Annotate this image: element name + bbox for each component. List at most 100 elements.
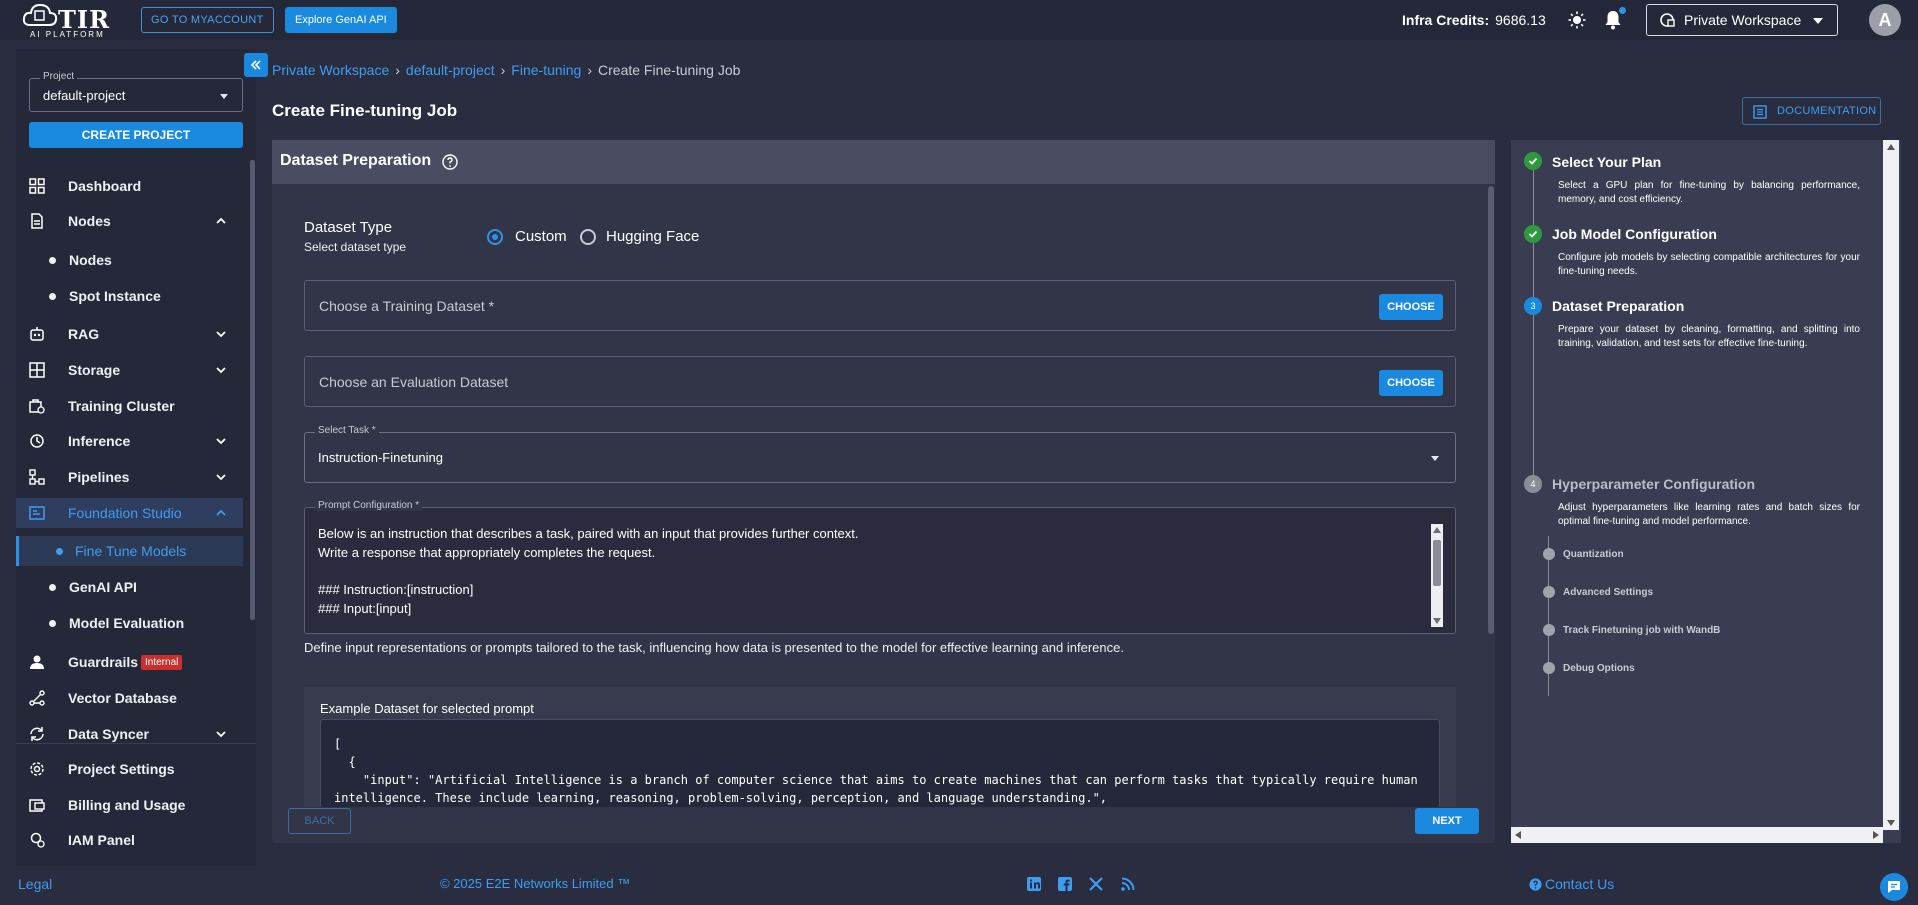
sidebar-item-label: Guardrails	[68, 654, 139, 670]
prompt-configuration-textarea[interactable]: Prompt Configuration * Below is an instr…	[304, 500, 1456, 634]
top-bar: TIR AI PLATFORM GO TO MYACCOUNT Explore …	[0, 0, 1918, 40]
scroll-left-arrow-icon[interactable]	[1515, 831, 1521, 839]
breadcrumb-private-workspace[interactable]: Private Workspace	[272, 62, 389, 78]
book-icon	[1753, 105, 1767, 119]
sidebar-subitem-spot-instance[interactable]: Spot Instance	[16, 281, 243, 311]
documentation-button[interactable]: DOCUMENTATION	[1742, 97, 1881, 125]
x-twitter-icon[interactable]	[1088, 876, 1104, 892]
scroll-up-arrow-icon[interactable]	[1433, 527, 1441, 533]
stepper-horizontal-scrollbar[interactable]	[1511, 827, 1883, 843]
sidebar-item-data-syncer[interactable]: Data Syncer	[16, 719, 243, 749]
prompt-line: Below is an instruction that describes a…	[318, 526, 859, 541]
sidebar-item-label: Storage	[68, 362, 121, 378]
select-task-dropdown[interactable]: Select Task * Instruction-Finetuning	[304, 425, 1456, 483]
contact-us-link[interactable]: Contact Us	[1529, 876, 1614, 892]
storage-grid-icon	[29, 362, 45, 378]
prompt-scrollbar[interactable]	[1431, 524, 1443, 627]
chevron-up-icon	[216, 509, 226, 516]
rss-icon[interactable]	[1120, 876, 1136, 892]
tir-logo[interactable]: TIR AI PLATFORM	[22, 3, 117, 39]
dashboard-icon	[29, 178, 45, 194]
project-select[interactable]: Project default-project	[29, 71, 243, 112]
theme-toggle-sun-icon[interactable]	[1568, 11, 1586, 29]
scroll-right-arrow-icon[interactable]	[1873, 831, 1879, 839]
sidebar-item-iam-panel[interactable]: IAM Panel	[16, 825, 243, 855]
contact-us-label: Contact Us	[1545, 876, 1615, 892]
sidebar-item-pipelines[interactable]: Pipelines	[16, 462, 243, 492]
scroll-up-arrow-icon[interactable]	[1887, 144, 1895, 150]
chevron-down-icon	[216, 438, 226, 445]
evaluation-dataset-field[interactable]: Choose an Evaluation Dataset CHOOSE	[304, 356, 1456, 407]
help-circle-icon[interactable]	[442, 154, 458, 170]
linkedin-icon[interactable]	[1026, 876, 1042, 892]
step-connector	[1533, 170, 1534, 225]
breadcrumb-default-project[interactable]: default-project	[406, 62, 495, 78]
breadcrumb-current: Create Fine-tuning Job	[598, 62, 741, 78]
step-connector	[1533, 243, 1534, 297]
bullet-icon	[49, 257, 56, 264]
next-button[interactable]: NEXT	[1415, 808, 1479, 834]
user-shield-icon	[30, 655, 44, 669]
back-button[interactable]: BACK	[288, 808, 351, 834]
prompt-help-text: Define input representations or prompts …	[304, 640, 1124, 655]
sidebar-subitem-genai-api[interactable]: GenAI API	[16, 572, 243, 602]
create-project-button[interactable]: CREATE PROJECT	[29, 122, 243, 148]
sidebar-subitem-fine-tune-models[interactable]: Fine Tune Models	[16, 536, 243, 566]
step-description: Select a GPU plan for fine-tuning by bal…	[1558, 180, 1860, 205]
sidebar-subitem-nodes[interactable]: Nodes	[16, 245, 243, 275]
radio-custom-label[interactable]: Custom	[515, 228, 567, 245]
footer: Legal © 2025 E2E Networks Limited ™ Cont…	[0, 866, 1918, 905]
training-dataset-field[interactable]: Choose a Training Dataset * CHOOSE	[304, 280, 1456, 331]
radio-hugging-face-label[interactable]: Hugging Face	[606, 228, 699, 245]
go-to-myaccount-button[interactable]: GO TO MYACCOUNT	[141, 7, 274, 33]
sidebar-item-training-cluster[interactable]: Training Cluster	[16, 391, 243, 421]
facebook-icon[interactable]	[1057, 876, 1073, 892]
sidebar-item-billing[interactable]: Billing and Usage	[16, 790, 243, 820]
sidebar-item-label: Nodes	[68, 213, 111, 229]
breadcrumb-fine-tuning[interactable]: Fine-tuning	[511, 62, 581, 78]
sidebar-item-label: Fine Tune Models	[75, 543, 187, 559]
sidebar-item-guardrails[interactable]: Guardrails Internal	[16, 647, 243, 677]
sidebar-scrollbar[interactable]	[250, 160, 255, 620]
chat-support-button[interactable]	[1880, 873, 1908, 901]
chevron-down-icon	[1813, 18, 1823, 24]
explore-genai-api-button[interactable]: Explore GenAI API	[285, 7, 397, 33]
choose-evaluation-dataset-button[interactable]: CHOOSE	[1379, 370, 1443, 396]
stepper-vertical-scrollbar[interactable]	[1883, 140, 1899, 830]
breadcrumb-separator: ›	[395, 62, 400, 78]
scroll-down-arrow-icon[interactable]	[1433, 618, 1441, 624]
workspace-selector[interactable]: Private Workspace	[1646, 4, 1838, 36]
sidebar-item-label: Training Cluster	[68, 398, 175, 414]
document-icon	[31, 213, 43, 229]
check-icon	[1528, 157, 1538, 165]
sidebar-item-vector-database[interactable]: Vector Database	[16, 683, 243, 713]
legal-link[interactable]: Legal	[18, 876, 52, 892]
choose-training-dataset-button[interactable]: CHOOSE	[1379, 294, 1443, 320]
pipeline-icon	[29, 469, 45, 485]
inference-icon	[30, 434, 44, 448]
step-title: Hyperparameter Configuration	[1552, 476, 1756, 492]
step-connector	[1533, 315, 1534, 475]
substep-label: Quantization	[1563, 549, 1624, 560]
radio-custom[interactable]	[487, 229, 503, 245]
sidebar-item-nodes[interactable]: Nodes	[16, 206, 243, 236]
sidebar-item-rag[interactable]: RAG	[16, 319, 243, 349]
sidebar-item-storage[interactable]: Storage	[16, 355, 243, 385]
user-avatar[interactable]: A	[1869, 4, 1901, 36]
sidebar-item-label: Project Settings	[68, 761, 175, 777]
sidebar-item-foundation-studio[interactable]: Foundation Studio	[16, 498, 243, 528]
radio-hugging-face[interactable]	[580, 229, 596, 245]
collapse-sidebar-button[interactable]	[244, 53, 268, 77]
sidebar-item-project-settings[interactable]: Project Settings	[16, 754, 243, 784]
sidebar-item-inference[interactable]: Inference	[16, 426, 243, 456]
sidebar-item-dashboard[interactable]: Dashboard	[16, 171, 243, 201]
scroll-down-arrow-icon[interactable]	[1887, 820, 1895, 826]
step-complete-check-icon	[1524, 225, 1542, 243]
breadcrumb: Private Workspace › default-project › Fine-t…	[272, 62, 740, 78]
sidebar-subitem-model-evaluation[interactable]: Model Evaluation	[16, 608, 243, 638]
workspace-label: Private Workspace	[1684, 12, 1802, 28]
panel-scrollbar[interactable]	[1488, 186, 1494, 634]
scroll-thumb[interactable]	[1433, 540, 1441, 586]
step-title: Select Your Plan	[1552, 154, 1662, 170]
example-dataset-title: Example Dataset for selected prompt	[320, 701, 534, 716]
